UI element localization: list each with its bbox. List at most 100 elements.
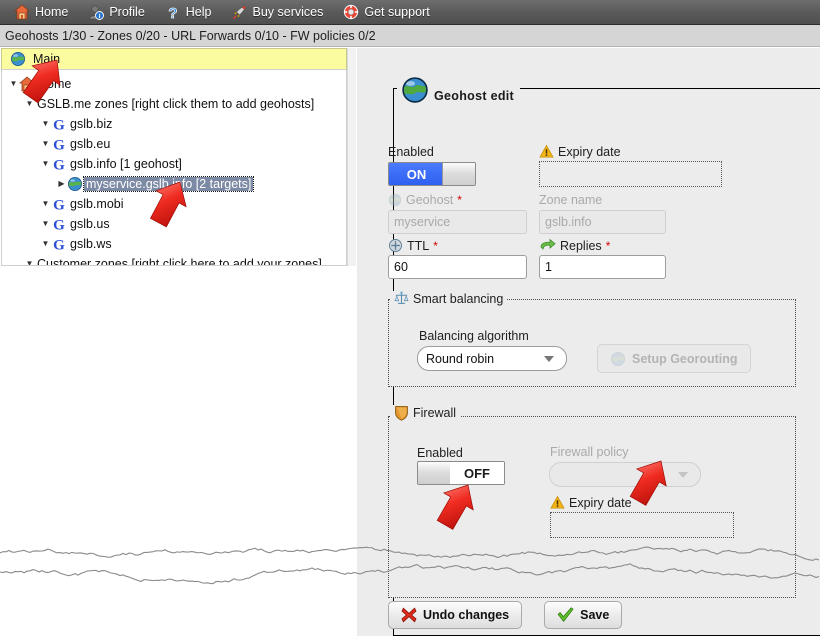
tree-node-label: Home — [38, 77, 72, 91]
smart-balancing-group — [388, 299, 796, 387]
scales-icon — [394, 291, 409, 306]
menu-item-get-support-label: Get support — [364, 5, 430, 19]
menu-item-home-label: Home — [35, 5, 69, 19]
warning-icon — [550, 495, 565, 510]
chevron-down-icon[interactable] — [24, 254, 35, 265]
tree-vertical-scrollbar[interactable] — [347, 48, 356, 266]
ttl-label: TTL * — [388, 238, 438, 253]
menu-item-help-label: Help — [185, 5, 212, 19]
firewall-legend: Firewall — [390, 405, 461, 421]
firewall-enabled-toggle[interactable]: OFF — [417, 461, 505, 485]
svg-text:G: G — [53, 217, 65, 232]
zone-tree-panel: Main Home GSLB.me zones [right click them… — [0, 48, 356, 268]
globe-icon — [401, 76, 429, 104]
tree-node-label: gslb.eu — [70, 137, 111, 151]
zone-name-label: Zone name — [539, 193, 603, 207]
tree-node-label: gslb.ws — [70, 237, 112, 251]
green-arrow-icon — [539, 238, 556, 253]
tree-node-label: myservice.gslb.info [2 targets] — [82, 176, 255, 192]
replies-input[interactable]: 1 — [539, 255, 666, 279]
chevron-down-icon[interactable] — [40, 134, 51, 154]
tree-node[interactable]: Ggslb.eu — [2, 134, 346, 154]
tree-header: Main — [1, 48, 347, 70]
undo-changes-label: Undo changes — [423, 608, 510, 622]
menu-item-help[interactable]: ? Help — [165, 4, 212, 23]
setup-georouting-button: Setup Georouting — [597, 344, 751, 373]
save-button[interactable]: Save — [544, 601, 623, 629]
firewall-toggle-knob[interactable] — [418, 462, 452, 484]
g-icon: G — [51, 116, 67, 133]
chevron-down-icon[interactable] — [24, 94, 35, 114]
help-icon: ? — [165, 4, 181, 23]
chevron-right-icon[interactable] — [56, 174, 67, 194]
undo-changes-button[interactable]: Undo changes — [388, 601, 523, 629]
save-label: Save — [580, 608, 610, 622]
globe-icon — [67, 176, 83, 192]
geohost-required-mark: * — [457, 193, 462, 207]
tree-node[interactable]: Ggslb.mobi — [2, 194, 346, 214]
tree-node-label: gslb.mobi — [70, 197, 124, 211]
enabled-toggle[interactable]: ON — [388, 162, 476, 186]
firewall-enabled-state: OFF — [450, 462, 504, 484]
tree-node[interactable]: myservice.gslb.info [2 targets] — [2, 174, 346, 194]
chevron-down-icon — [678, 471, 688, 478]
form-action-buttons: Undo changes Save — [388, 601, 623, 629]
tree-node[interactable]: Ggslb.us — [2, 214, 346, 234]
ttl-required-mark: * — [433, 238, 438, 253]
menu-item-get-support[interactable]: Get support — [343, 4, 430, 20]
svg-text:G: G — [53, 137, 65, 152]
left-empty-area — [0, 268, 356, 636]
enabled-label: Enabled — [388, 145, 434, 159]
balancing-algorithm-label: Balancing algorithm — [419, 329, 529, 343]
menu-item-home[interactable]: Home — [13, 4, 69, 20]
menu-item-profile[interactable]: Profile — [88, 4, 145, 20]
balancing-algorithm-select[interactable]: Round robin — [417, 346, 567, 371]
chevron-down-icon[interactable] — [40, 154, 51, 174]
chevron-down-icon[interactable] — [40, 194, 51, 214]
g-icon: G — [51, 216, 67, 233]
enabled-toggle-knob[interactable] — [442, 163, 475, 185]
chevron-down-icon[interactable] — [40, 234, 51, 254]
smart-balancing-legend: Smart balancing — [390, 291, 508, 306]
setup-georouting-label: Setup Georouting — [632, 351, 738, 366]
firewall-expiry-date-input[interactable] — [550, 512, 734, 538]
ttl-input[interactable]: 60 — [388, 255, 527, 279]
svg-text:?: ? — [168, 5, 177, 20]
tree-node[interactable]: Ggslb.ws — [2, 234, 346, 254]
tree-node-label: gslb.info [1 geohost] — [70, 157, 182, 171]
tree-node[interactable]: Ggslb.info [1 geohost] — [2, 154, 346, 174]
firewall-policy-select — [549, 462, 701, 487]
g-icon: G — [51, 196, 67, 213]
balancing-algorithm-value: Round robin — [426, 351, 495, 366]
menu-item-buy-services[interactable]: Buy services — [232, 4, 324, 20]
geohost-field-label: Geohost * — [388, 193, 462, 207]
geohost-input: myservice — [388, 210, 527, 234]
warning-icon — [539, 144, 554, 159]
svg-text:G: G — [53, 237, 65, 252]
svg-text:G: G — [53, 197, 65, 212]
menu-item-buy-services-label: Buy services — [252, 5, 324, 19]
chevron-down-icon[interactable] — [40, 114, 51, 134]
chevron-down-icon[interactable] — [40, 214, 51, 234]
expiry-date-input[interactable] — [539, 161, 722, 187]
g-icon: G — [51, 136, 67, 153]
tree-node[interactable]: Ggslb.biz — [2, 114, 346, 134]
tree-header-label: Main — [33, 52, 61, 66]
lifebuoy-icon — [343, 4, 359, 20]
firewall-enabled-label: Enabled — [417, 446, 463, 460]
globe-icon — [10, 51, 26, 67]
expiry-date-label: Expiry date — [539, 144, 621, 159]
tree-body[interactable]: Home GSLB.me zones [right click them to a… — [1, 70, 347, 266]
chevron-down-icon[interactable] — [8, 74, 19, 94]
tree-node-label: gslb.us — [70, 217, 110, 231]
tree-node[interactable]: GSLB.me zones [right click them to add g… — [2, 94, 346, 114]
firewall-expiry-date-label: Expiry date — [550, 495, 632, 510]
rocket-icon — [232, 4, 248, 20]
tree-node[interactable]: Home — [2, 74, 346, 94]
clock-icon — [388, 238, 403, 253]
tree-node[interactable]: Customer zones [right click here to add … — [2, 254, 346, 266]
quota-status-bar: Geohosts 1/30 - Zones 0/20 - URL Forward… — [0, 25, 820, 47]
tree-node-label: Customer zones [right click here to add … — [37, 257, 322, 266]
house-icon — [18, 76, 36, 92]
replies-required-mark: * — [605, 238, 611, 253]
